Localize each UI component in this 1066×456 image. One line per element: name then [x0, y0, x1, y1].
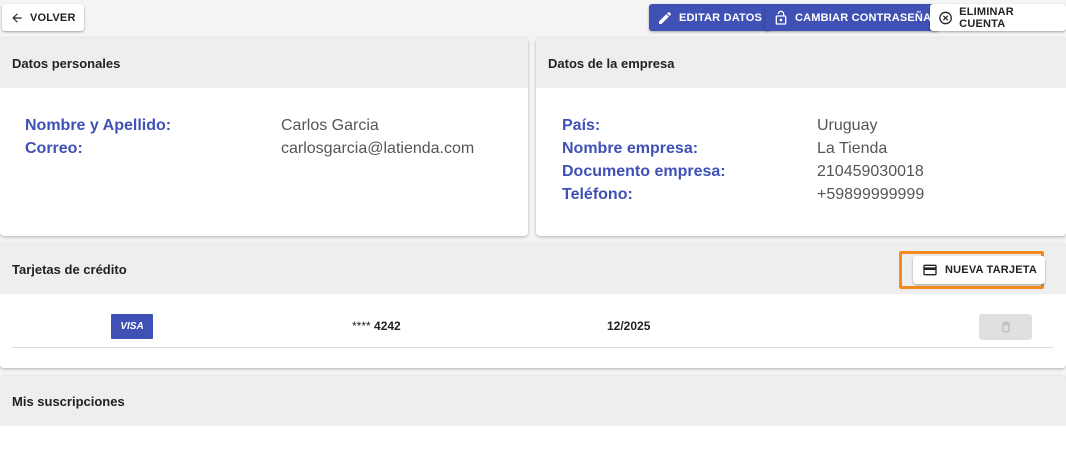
change-password-label: CAMBIAR CONTRASEÑA: [795, 11, 932, 24]
change-password-button[interactable]: CAMBIAR CONTRASEÑA: [765, 4, 940, 31]
field-value-name: Carlos Garcia: [281, 117, 379, 134]
field-value-phone: +59899999999: [817, 186, 925, 203]
trash-icon: [1001, 321, 1010, 333]
field-label-email: Correo:: [25, 140, 83, 157]
delete-card-button[interactable]: [979, 314, 1032, 340]
field-label-company-name: Nombre empresa:: [562, 140, 699, 157]
unlock-icon: [775, 10, 787, 25]
field-value-company-document: 210459030018: [817, 163, 924, 180]
card-last4: 4242: [374, 319, 401, 333]
field-value-email: carlosgarcia@latienda.com: [281, 140, 475, 157]
field-value-country: Uruguay: [817, 117, 878, 134]
company-data-title: Datos de la empresa: [536, 38, 1066, 88]
field-label-country: País:: [562, 117, 601, 134]
edit-data-button[interactable]: EDITAR DATOS: [649, 4, 771, 31]
company-data-card: Datos de la empresa País: Uruguay Nombre…: [536, 38, 1066, 236]
pencil-icon: [659, 11, 672, 24]
field-label-phone: Teléfono:: [562, 186, 633, 203]
arrow-left-icon: [12, 12, 22, 23]
card-mask: ****: [352, 319, 371, 333]
card-number: **** 4242: [352, 319, 401, 333]
edit-data-label: EDITAR DATOS: [679, 11, 763, 24]
delete-account-button[interactable]: ELIMINAR CUENTA: [930, 4, 1066, 31]
credit-card-icon: [923, 264, 937, 276]
field-label-company-document: Documento empresa:: [562, 163, 726, 180]
back-button-label: VOLVER: [30, 11, 76, 24]
row-divider: [12, 347, 1053, 348]
personal-data-card: Datos personales Nombre y Apellido: Carl…: [0, 38, 528, 236]
card-expiry: 12/2025: [607, 319, 651, 333]
subscriptions-card: Mis suscripciones: [0, 376, 1066, 456]
field-label-name: Nombre y Apellido:: [25, 117, 172, 134]
visa-logo: VISA: [111, 314, 153, 339]
subscriptions-title: Mis suscripciones: [0, 376, 1066, 426]
personal-data-title: Datos personales: [0, 38, 528, 88]
back-button[interactable]: VOLVER: [2, 4, 84, 31]
new-card-label: NUEVA TARJETA: [945, 264, 1038, 276]
close-circle-icon: [939, 11, 952, 24]
field-value-company-name: La Tienda: [817, 140, 888, 157]
new-card-button[interactable]: NUEVA TARJETA: [913, 256, 1046, 284]
delete-account-label: ELIMINAR CUENTA: [959, 5, 1014, 30]
